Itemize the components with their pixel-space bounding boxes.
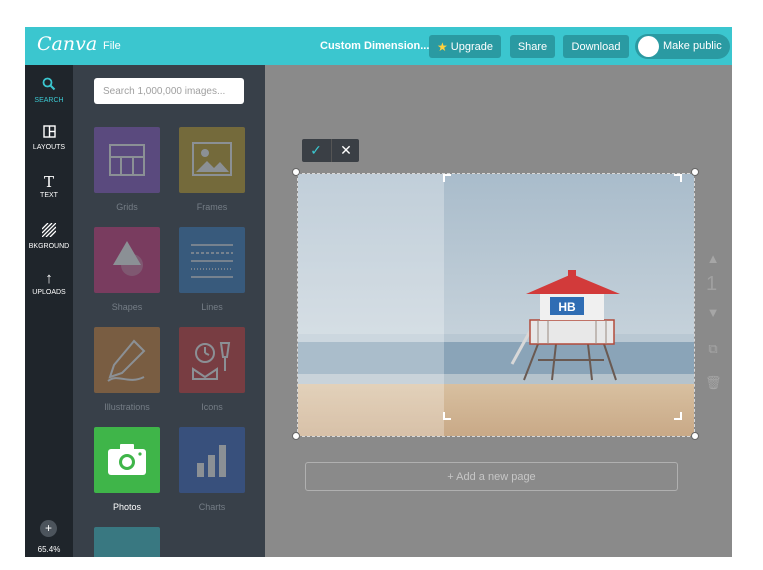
rail-text[interactable]: T TEXT — [25, 174, 73, 199]
tile-frames-label: Frames — [196, 202, 228, 212]
tile-shapes-label: Shapes — [111, 302, 143, 312]
crop-toolbox: ✓ ✕ — [302, 139, 359, 162]
search-icon — [25, 77, 73, 95]
tile-charts-label: Charts — [198, 502, 226, 512]
shapes-icon — [113, 241, 143, 276]
pencil-icon — [107, 339, 146, 382]
rail-text-label: TEXT — [40, 192, 58, 199]
make-public-toggle[interactable]: Make public — [635, 34, 730, 59]
confirm-crop-button[interactable]: ✓ — [302, 139, 330, 162]
rail-background[interactable]: BKGROUND — [25, 222, 73, 250]
make-public-label: Make public — [663, 40, 722, 52]
beach-photo[interactable]: HB — [298, 174, 695, 437]
move-down-icon[interactable]: ▼ — [705, 305, 721, 321]
elements-panel: Grids Frames Shapes Lines Illustrations … — [73, 65, 265, 557]
star-icon: ★ — [437, 39, 448, 54]
tile-shapes[interactable] — [94, 227, 160, 293]
file-menu[interactable]: File — [103, 40, 121, 52]
rail-uploads-label: UPLOADS — [32, 289, 66, 296]
cancel-crop-button[interactable]: ✕ — [331, 139, 360, 162]
tile-illustrations-label: Illustrations — [104, 402, 150, 412]
image-search-input[interactable] — [94, 78, 244, 104]
tile-icons[interactable] — [179, 327, 245, 393]
tool-rail: SEARCH LAYOUTS T TEXT BKGROUND ↑ UPLOADS… — [25, 65, 73, 557]
download-button[interactable]: Download — [563, 35, 629, 58]
tile-charts[interactable] — [179, 427, 245, 493]
upgrade-label: Upgrade — [450, 40, 493, 53]
svg-text:HB: HB — [558, 300, 576, 314]
resize-handle-top-right[interactable] — [691, 168, 699, 176]
zoom-in-button[interactable]: + — [40, 520, 57, 537]
text-icon: T — [43, 173, 54, 191]
rail-background-label: BKGROUND — [28, 243, 70, 250]
camera-icon — [108, 444, 146, 475]
background-pattern-icon — [25, 222, 73, 241]
share-button[interactable]: Share — [510, 35, 555, 58]
bar-chart-icon — [197, 445, 226, 477]
tile-photos[interactable] — [94, 427, 160, 493]
check-icon: ✓ — [310, 142, 322, 158]
canva-logo[interactable]: Canva — [37, 33, 97, 55]
trash-icon[interactable]: 🗑 — [705, 375, 722, 391]
tile-illustrations[interactable] — [94, 327, 160, 393]
close-icon: ✕ — [340, 142, 352, 158]
zoom-level: 65.4% — [37, 545, 61, 554]
rail-layouts[interactable]: LAYOUTS — [25, 125, 73, 151]
top-bar: Canva File Custom Dimension... ★ Upgrade… — [25, 27, 732, 65]
upload-arrow-icon: ↑ — [45, 270, 53, 287]
tile-photos-label: Photos — [112, 502, 142, 512]
tile-icons-label: Icons — [201, 402, 223, 412]
rail-search-label: SEARCH — [34, 97, 64, 104]
resize-handle-bottom-left[interactable] — [292, 432, 300, 440]
lines-icon — [191, 244, 233, 278]
rail-search[interactable]: SEARCH — [25, 77, 73, 104]
rail-layouts-label: LAYOUTS — [32, 144, 66, 151]
resize-handle-bottom-right[interactable] — [691, 432, 699, 440]
frames-icon — [192, 142, 232, 176]
tile-frames[interactable] — [179, 127, 245, 193]
toggle-knob — [638, 36, 659, 57]
move-up-icon[interactable]: ▲ — [705, 251, 721, 267]
tile-lines-label: Lines — [201, 302, 223, 312]
design-page[interactable]: HB — [297, 173, 695, 437]
tile-grids-label: Grids — [116, 202, 138, 212]
copy-page-icon[interactable]: ⧉ — [705, 341, 721, 357]
rail-uploads[interactable]: ↑ UPLOADS — [25, 270, 73, 297]
upgrade-button[interactable]: ★ Upgrade — [429, 35, 501, 58]
document-title[interactable]: Custom Dimension... — [320, 40, 429, 52]
tile-lines[interactable] — [179, 227, 245, 293]
grids-icon — [109, 144, 145, 176]
page-number: 1 — [706, 273, 718, 295]
add-new-page-button[interactable]: + Add a new page — [305, 462, 678, 491]
clock-icon — [192, 342, 231, 380]
canva-editor: Canva File Custom Dimension... ★ Upgrade… — [25, 27, 732, 557]
tile-grids[interactable] — [94, 127, 160, 193]
layouts-icon — [25, 125, 73, 142]
tile-more[interactable] — [94, 527, 160, 557]
resize-handle-top-left[interactable] — [292, 168, 300, 176]
